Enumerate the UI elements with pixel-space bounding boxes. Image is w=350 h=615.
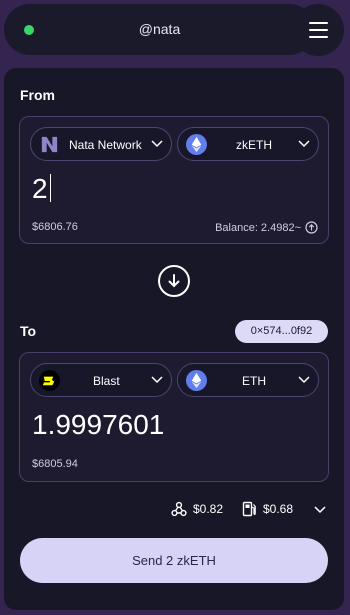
from-token-select[interactable]: zkETH bbox=[177, 127, 319, 161]
from-balance[interactable]: Balance: 2.4982~ bbox=[215, 221, 318, 234]
send-button[interactable]: Send 2 zkETH bbox=[20, 538, 328, 583]
balance-text: Balance: 2.4982~ bbox=[215, 221, 301, 234]
chevron-down-icon bbox=[151, 140, 163, 148]
from-network-select[interactable]: Nata Network bbox=[30, 127, 172, 161]
to-usd-value: $6805.94 bbox=[32, 458, 78, 470]
to-token-symbol: ETH bbox=[242, 374, 266, 388]
ethereum-icon bbox=[186, 370, 207, 391]
account-name: @nata bbox=[138, 21, 181, 37]
blast-logo bbox=[39, 370, 60, 391]
gas-fee-value: $0.68 bbox=[263, 502, 294, 516]
to-label: To bbox=[20, 323, 37, 339]
chevron-down-icon[interactable] bbox=[314, 506, 326, 514]
bridge-panel: From Nata Network zkETH 2 $6806.76 Balan… bbox=[4, 68, 344, 610]
from-network-name: Nata Network bbox=[69, 138, 142, 152]
chevron-down-icon bbox=[298, 140, 310, 148]
arrow-up-circle-icon[interactable] bbox=[305, 221, 318, 234]
menu-button[interactable] bbox=[292, 4, 344, 56]
from-amount-input[interactable]: 2 bbox=[32, 173, 52, 205]
gas-pump-icon bbox=[242, 501, 256, 517]
text-cursor bbox=[49, 174, 52, 202]
gas-fee: $0.68 bbox=[242, 501, 293, 517]
arrow-down-circle-icon bbox=[168, 274, 180, 288]
hamburger-menu-icon bbox=[308, 22, 328, 24]
ethereum-icon bbox=[186, 134, 207, 155]
to-box: Blast ETH 1.9997601 $6805.94 bbox=[19, 352, 329, 482]
nodes-icon bbox=[171, 501, 187, 517]
to-token-select[interactable]: ETH bbox=[177, 363, 319, 397]
from-label: From bbox=[20, 87, 55, 103]
chevron-down-icon bbox=[151, 376, 163, 384]
from-token-symbol: zkETH bbox=[236, 138, 272, 152]
nata-network-logo bbox=[41, 136, 58, 153]
from-usd-value: $6806.76 bbox=[32, 221, 78, 233]
account-bar[interactable]: @nata bbox=[4, 4, 315, 55]
bridge-fee: $0.82 bbox=[171, 501, 223, 517]
swap-direction-button[interactable] bbox=[158, 265, 190, 297]
from-box: Nata Network zkETH 2 $6806.76 Balance: 2… bbox=[19, 116, 329, 244]
recipient-address-badge[interactable]: 0×574...0f92 bbox=[235, 320, 328, 343]
fees-row: $0.82 $0.68 bbox=[4, 498, 344, 520]
bridge-fee-value: $0.82 bbox=[193, 502, 224, 516]
chevron-down-icon bbox=[298, 376, 310, 384]
to-amount: 1.9997601 bbox=[32, 409, 165, 440]
to-network-name: Blast bbox=[93, 374, 120, 388]
to-network-select[interactable]: Blast bbox=[30, 363, 172, 397]
